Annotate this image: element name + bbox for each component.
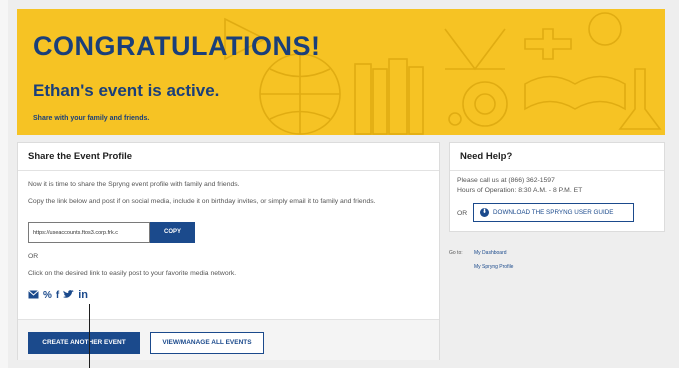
copy-button[interactable]: COPY <box>150 222 195 243</box>
goto-label: Go to: <box>449 250 463 256</box>
help-card-title: Need Help? <box>450 143 664 171</box>
link-icon[interactable]: % <box>43 290 52 301</box>
callout-pointer-line <box>89 304 90 368</box>
share-instructions-text: Copy the link below and post if on socia… <box>28 198 376 205</box>
create-another-event-button[interactable]: CREATE ANOTHER EVENT <box>28 332 140 354</box>
my-dashboard-link[interactable]: My Dashboard <box>474 250 507 256</box>
my-spryng-profile-link[interactable]: My Spryng Profile <box>474 264 513 270</box>
or-label: OR <box>28 253 39 260</box>
banner-subtitle: Ethan's event is active. <box>33 81 220 100</box>
share-click-text: Click on the desired link to easily post… <box>28 270 237 277</box>
download-user-guide-button[interactable]: ⬇ DOWNLOAD THE SPRYNG USER GUIDE <box>473 203 634 222</box>
email-icon[interactable] <box>28 286 39 304</box>
share-card-title: Share the Event Profile <box>18 143 439 171</box>
help-phone-text: Please call us at (866) 362-1597 <box>457 177 555 184</box>
share-event-card: Share the Event Profile Now it is time t… <box>17 142 440 360</box>
banner-share-text: Share with your family and friends. <box>33 115 150 122</box>
share-card-footer: CREATE ANOTHER EVENT VIEW/MANAGE ALL EVE… <box>18 319 439 360</box>
event-link-input[interactable]: https://useaccounts.ftos3.corp.frk.c <box>28 222 150 243</box>
need-help-card: Need Help? Please call us at (866) 362-1… <box>449 142 665 232</box>
banner-illustration-icon <box>224 12 662 135</box>
download-icon: ⬇ <box>480 208 489 217</box>
view-manage-events-button[interactable]: VIEW/MANAGE ALL EVENTS <box>150 332 264 354</box>
help-hours-text: Hours of Operation: 8:30 A.M. - 8 P.M. E… <box>457 187 583 194</box>
help-or-label: OR <box>457 210 468 217</box>
share-intro-text: Now it is time to share the Spryng event… <box>28 181 240 188</box>
twitter-icon[interactable] <box>63 286 75 304</box>
facebook-icon[interactable]: f <box>56 290 59 301</box>
download-guide-label: DOWNLOAD THE SPRYNG USER GUIDE <box>493 209 614 216</box>
social-links: % f in <box>28 289 88 301</box>
banner-title: CONGRATULATIONS! <box>33 31 321 61</box>
congratulations-banner: CONGRATULATIONS! Ethan's event is active… <box>17 9 665 135</box>
page-edge <box>0 0 8 368</box>
linkedin-icon[interactable]: in <box>78 289 88 301</box>
